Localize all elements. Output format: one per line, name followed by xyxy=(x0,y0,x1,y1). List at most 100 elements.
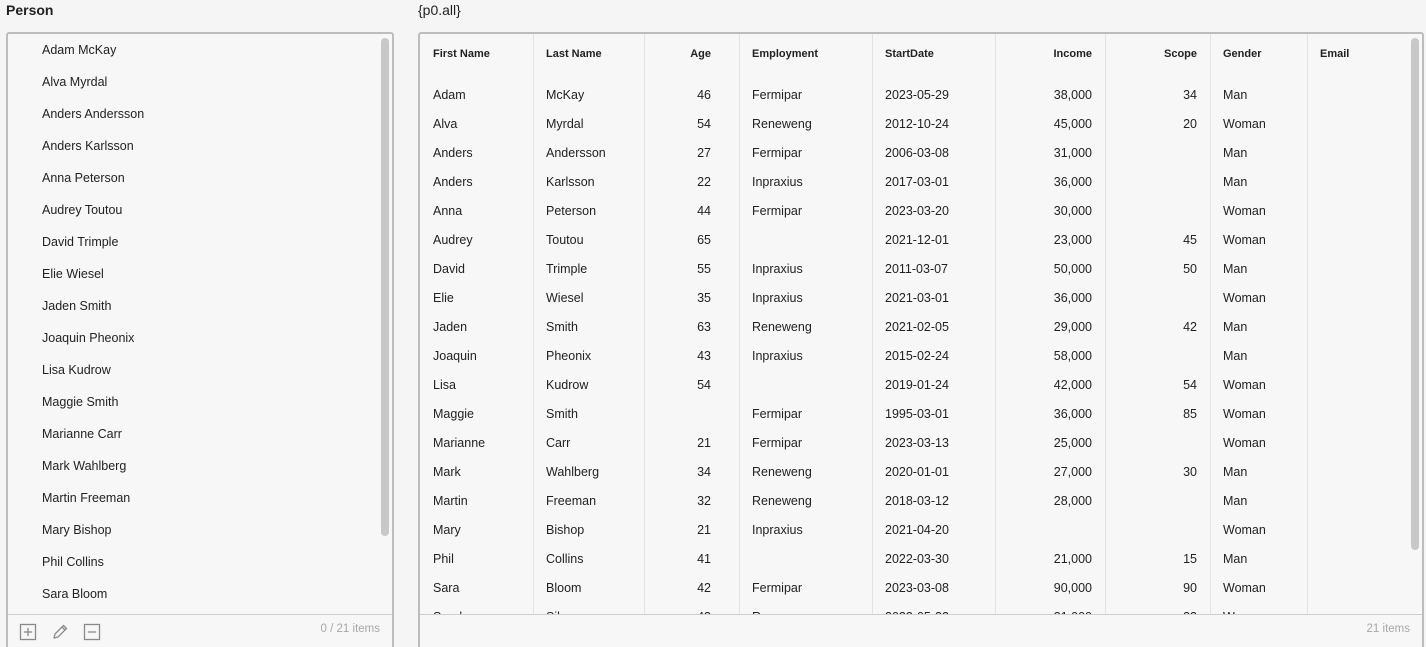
table-cell: 42 xyxy=(697,581,711,595)
column-header[interactable]: StartDate xyxy=(885,34,995,74)
list-item[interactable]: Audrey Toutou xyxy=(8,194,378,226)
column-header[interactable]: Last Name xyxy=(546,34,646,74)
list-item[interactable]: David Trimple xyxy=(8,226,378,258)
list-item[interactable]: Jaden Smith xyxy=(8,290,378,322)
remove-button[interactable] xyxy=(83,623,101,641)
list-scrollbar[interactable] xyxy=(381,36,389,610)
table-cell xyxy=(1320,574,1400,603)
table-row[interactable]: Mark Wahlberg 34 Reneweng 2020-01-01 27,000 30… xyxy=(420,458,1408,487)
table-cell xyxy=(752,226,872,255)
table-cell xyxy=(1320,545,1400,574)
table-cell: Anders xyxy=(433,146,473,160)
table-cell: 28,000 xyxy=(1053,494,1092,508)
table-row[interactable]: Marianne Carr 21 Fermipar 2023-03-13 25,000 Wo… xyxy=(420,429,1408,458)
column-header[interactable]: Income xyxy=(1000,34,1092,74)
column-header[interactable]: Employment xyxy=(752,34,872,74)
table-row[interactable]: Joaquin Pheonix 43 Inpraxius 2015-02-24 58,00… xyxy=(420,342,1408,371)
table-cell: Elie xyxy=(433,291,454,305)
table-cell: Man xyxy=(1223,262,1248,276)
table-scrollbar[interactable] xyxy=(1411,36,1419,610)
table-row[interactable]: Elie Wiesel 35 Inpraxius 2021-03-01 36,000 Wom… xyxy=(420,284,1408,313)
left-panel-title: Person xyxy=(6,2,54,18)
table-cell: 2023-03-20 xyxy=(885,204,949,218)
table-cell: 32 xyxy=(697,494,711,508)
table-cell: Fermipar xyxy=(752,436,803,450)
table-cell xyxy=(1320,487,1400,516)
column-header[interactable]: Email xyxy=(1320,34,1400,74)
table-row[interactable]: Phil Collins 41 2022-03-30 21,000 15 Man xyxy=(420,545,1408,574)
table-cell xyxy=(1320,400,1400,429)
table-scrollbar-thumb[interactable] xyxy=(1411,38,1419,550)
table-cell: Inpraxius xyxy=(752,262,803,276)
table-cell xyxy=(1320,255,1400,284)
table-cell xyxy=(1320,139,1400,168)
table-cell: 36,000 xyxy=(1053,291,1092,305)
list-item[interactable]: Alva Myrdal xyxy=(8,66,378,98)
table-cell: Audrey xyxy=(433,233,473,247)
data-table: First Name Last Name Age Employment StartDat… xyxy=(420,34,1408,616)
table-cell xyxy=(1110,197,1197,226)
table-cell: 90,000 xyxy=(1053,581,1092,595)
list-item[interactable]: Mary Bishop xyxy=(8,514,378,546)
table-row[interactable]: David Trimple 55 Inpraxius 2011-03-07 50,000 5… xyxy=(420,255,1408,284)
column-header[interactable]: Gender xyxy=(1223,34,1313,74)
list-item[interactable]: Elie Wiesel xyxy=(8,258,378,290)
table-row[interactable]: Jaden Smith 63 Reneweng 2021-02-05 29,000 42 Ma… xyxy=(420,313,1408,342)
table-row[interactable]: Sara Bloom 42 Fermipar 2023-03-08 90,000 90 Wom… xyxy=(420,574,1408,603)
table-row[interactable]: Alva Myrdal 54 Reneweng 2012-10-24 45,000 20 Wo… xyxy=(420,110,1408,139)
list-item[interactable]: Phil Collins xyxy=(8,546,378,578)
table-cell: 22 xyxy=(697,175,711,189)
table-row[interactable]: Anna Peterson 44 Fermipar 2023-03-20 30,000 Wo… xyxy=(420,197,1408,226)
table-cell: 45,000 xyxy=(1053,117,1092,131)
list-item[interactable]: Anna Peterson xyxy=(8,162,378,194)
table-cell: Inpraxius xyxy=(752,175,803,189)
list-item[interactable]: Marianne Carr xyxy=(8,418,378,450)
table-cell: 50,000 xyxy=(1053,262,1092,276)
table-row[interactable]: Anders Andersson 27 Fermipar 2006-03-08 31,00… xyxy=(420,139,1408,168)
table-cell: Woman xyxy=(1223,581,1266,595)
table-cell: Wiesel xyxy=(546,291,584,305)
table-row[interactable]: Audrey Toutou 65 2021-12-01 23,000 45 Woman xyxy=(420,226,1408,255)
table-cell: 21 xyxy=(697,523,711,537)
table-row[interactable]: Mary Bishop 21 Inpraxius 2021-04-20 Woman xyxy=(420,516,1408,545)
remove-square-icon xyxy=(83,623,101,641)
table-cell xyxy=(1320,168,1400,197)
table-cell: Reneweng xyxy=(752,494,812,508)
list-item[interactable]: Maggie Smith xyxy=(8,386,378,418)
edit-button[interactable] xyxy=(51,623,69,641)
table-cell: Fermipar xyxy=(752,146,803,160)
list-item[interactable]: Adam McKay xyxy=(8,34,378,66)
table-cell: Toutou xyxy=(546,233,584,247)
table-cell: Inpraxius xyxy=(752,523,803,537)
table-row[interactable]: Maggie Smith Fermipar 1995-03-01 36,000 85 Wom… xyxy=(420,400,1408,429)
column-header[interactable]: Age xyxy=(646,34,711,74)
table-row[interactable]: Lisa Kudrow 54 2019-01-24 42,000 54 Woman xyxy=(420,371,1408,400)
table-row[interactable]: Martin Freeman 32 Reneweng 2018-03-12 28,000 M… xyxy=(420,487,1408,516)
table-row[interactable]: Anders Karlsson 22 Inpraxius 2017-03-01 36,00… xyxy=(420,168,1408,197)
list-item[interactable]: Joaquin Pheonix xyxy=(8,322,378,354)
table-cell xyxy=(1320,516,1400,545)
table-cell: 2015-02-24 xyxy=(885,349,949,363)
list-item[interactable]: Anders Andersson xyxy=(8,98,378,130)
table-cell: 85 xyxy=(1183,407,1197,421)
list-item[interactable]: Sara Bloom xyxy=(8,578,378,610)
list-item[interactable]: Martin Freeman xyxy=(8,482,378,514)
pencil-icon xyxy=(53,624,68,639)
column-header[interactable]: First Name xyxy=(433,34,533,74)
table-cell: 2021-03-01 xyxy=(885,291,949,305)
list-item[interactable]: Mark Wahlberg xyxy=(8,450,378,482)
table-cell xyxy=(1110,168,1197,197)
list-item[interactable]: Anders Karlsson xyxy=(8,130,378,162)
table-cell: Fermipar xyxy=(752,581,803,595)
table-cell xyxy=(1110,487,1197,516)
table-cell: 50 xyxy=(1183,262,1197,276)
table-cell: Woman xyxy=(1223,407,1266,421)
list-scrollbar-thumb[interactable] xyxy=(381,38,389,536)
table-row[interactable]: Adam McKay 46 Fermipar 2023-05-29 38,000 34 Man xyxy=(420,81,1408,110)
add-button[interactable] xyxy=(19,623,37,641)
list-item[interactable]: Lisa Kudrow xyxy=(8,354,378,386)
right-panel-title: {p0.all} xyxy=(418,2,461,18)
column-header[interactable]: Scope xyxy=(1110,34,1197,74)
table-cell: 2019-01-24 xyxy=(885,378,949,392)
table-cell: 2023-03-08 xyxy=(885,581,949,595)
